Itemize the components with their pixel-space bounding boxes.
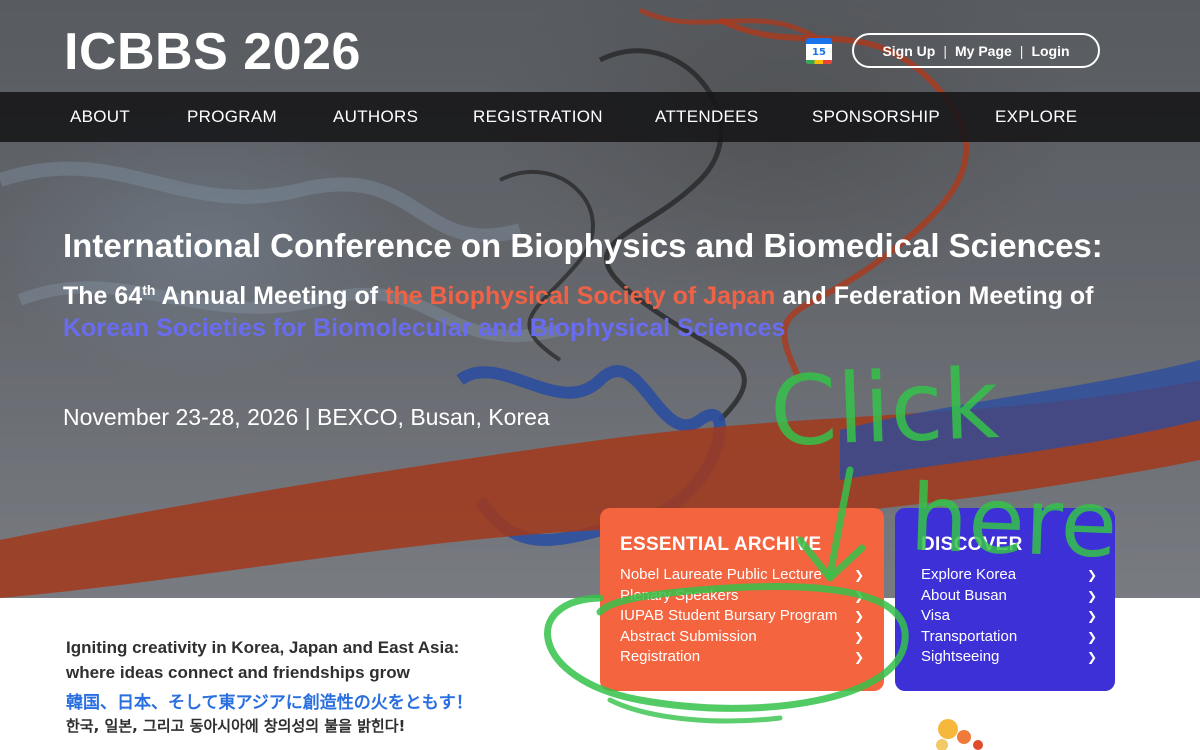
annotation-click-text: Click — [768, 348, 1001, 468]
nav-item-about[interactable]: ABOUT — [70, 92, 130, 142]
mypage-link[interactable]: My Page — [955, 43, 1012, 59]
archive-item-bursary-program[interactable]: IUPAB Student Bursary Program ❯ — [620, 606, 864, 627]
subtitle-text: Annual Meeting of — [155, 282, 386, 310]
tagline-line: where ideas connect and friendships grow — [66, 663, 410, 682]
tagline-english: Igniting creativity in Korea, Japan and … — [66, 635, 546, 685]
chevron-right-icon: ❯ — [1086, 650, 1097, 664]
nav-item-program[interactable]: PROGRAM — [187, 92, 277, 142]
subtitle-text: The 64 — [63, 282, 143, 310]
archive-item-plenary-speakers[interactable]: Plenary Speakers ❯ — [620, 586, 864, 607]
card-title: ESSENTIAL ARCHIVE — [620, 534, 822, 555]
nav-item-explore[interactable]: EXPLORE — [995, 92, 1077, 142]
discover-item-about-busan[interactable]: About Busan ❯ — [921, 586, 1097, 607]
tagline-korean: 한국, 일본, 그리고 동아시아에 창의성의 불을 밝힌다! — [66, 717, 406, 735]
archive-item-nobel-lecture[interactable]: Nobel Laureate Public Lecture ❯ — [620, 565, 864, 586]
discover-item-visa[interactable]: Visa ❯ — [921, 606, 1097, 627]
nav-item-attendees[interactable]: ATTENDEES — [655, 92, 758, 142]
chevron-right-icon: ❯ — [1086, 609, 1097, 623]
chevron-right-icon: ❯ — [853, 650, 864, 664]
korean-societies-highlight: Korean Societies for Biomolecular and Bi… — [63, 314, 786, 342]
essential-archive-card: ESSENTIAL ARCHIVE Nobel Laureate Public … — [600, 508, 884, 691]
chevron-right-icon: ❯ — [853, 568, 864, 582]
annotation-here-text: here — [908, 464, 1120, 579]
chevron-right-icon: ❯ — [853, 629, 864, 644]
chevron-right-icon: ❯ — [1086, 588, 1097, 603]
signup-link[interactable]: Sign Up — [882, 43, 935, 59]
chevron-right-icon: ❯ — [1086, 629, 1097, 644]
separator: | — [943, 42, 947, 59]
archive-item-abstract-submission[interactable]: Abstract Submission ❯ — [620, 627, 864, 648]
item-label: Registration — [620, 648, 701, 665]
item-label: Transportation — [921, 627, 1018, 645]
nav-item-registration[interactable]: REGISTRATION — [473, 92, 603, 142]
conference-title: International Conference on Biophysics a… — [63, 227, 1103, 264]
site-logo[interactable]: ICBBS 2026 — [64, 22, 361, 82]
subtitle-text: and Federation Meeting of — [775, 282, 1094, 310]
conference-subtitle: The 64th Annual Meeting of the Biophysic… — [63, 274, 1163, 344]
google-calendar-icon[interactable]: 15 — [806, 38, 832, 64]
discover-item-transportation[interactable]: Transportation ❯ — [921, 627, 1097, 648]
tagline-japanese: 韓国、日本、そして東アジアに創造性の火をともす！ — [66, 693, 473, 713]
tagline-line: Igniting creativity in Korea, Japan and … — [66, 638, 460, 657]
subtitle-ordinal: th — [142, 282, 156, 298]
nav-item-authors[interactable]: AUTHORS — [333, 92, 418, 142]
chevron-right-icon: ❯ — [853, 609, 864, 623]
bsj-highlight: the Biophysical Society of Japan — [385, 282, 776, 310]
login-link[interactable]: Login — [1031, 43, 1069, 59]
date-venue: November 23-28, 2026 | BEXCO, Busan, Kor… — [63, 404, 550, 430]
auth-links: Sign Up | My Page | Login — [852, 33, 1100, 68]
molecule-decoration-icon — [936, 719, 983, 750]
item-label: About Busan — [921, 586, 1007, 604]
main-nav: ABOUT PROGRAM AUTHORS REGISTRATION ATTEN… — [0, 92, 1200, 142]
discover-item-sightseeing[interactable]: Sightseeing ❯ — [921, 647, 1097, 668]
item-label: Plenary Speakers — [620, 586, 739, 604]
item-label: Sightseeing — [921, 648, 1000, 665]
item-label: Nobel Laureate Public Lecture — [620, 566, 822, 583]
item-label: Abstract Submission — [620, 627, 757, 645]
item-label: IUPAB Student Bursary Program — [620, 607, 838, 624]
archive-item-registration[interactable]: Registration ❯ — [620, 647, 864, 668]
separator: | — [1019, 42, 1024, 59]
item-label: Visa — [921, 607, 950, 624]
chevron-right-icon: ❯ — [853, 588, 864, 603]
nav-item-sponsorship[interactable]: SPONSORSHIP — [812, 92, 940, 142]
